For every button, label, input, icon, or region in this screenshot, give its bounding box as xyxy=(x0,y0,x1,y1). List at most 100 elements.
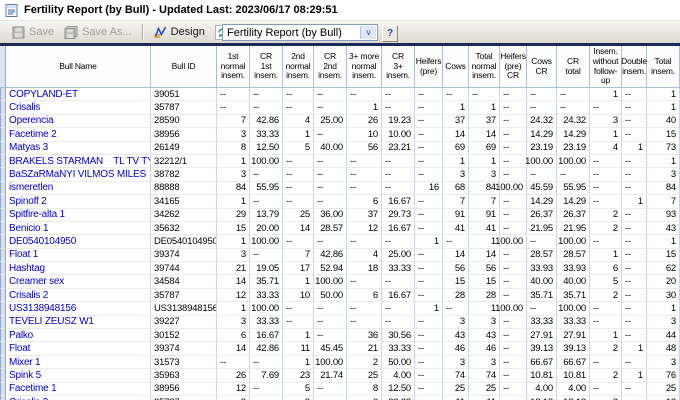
table-row[interactable]: Operencia28590742.86425.002619.23--3737-… xyxy=(0,115,680,128)
table-row[interactable]: Facetime 238956333.331--1010.00--1414--1… xyxy=(0,128,680,141)
value-cell: -- xyxy=(527,101,557,114)
table-row[interactable]: Hashtag397442119.051752.941833.33--5656-… xyxy=(0,262,680,275)
bull-name-cell[interactable]: Crisalis 2 xyxy=(6,289,151,302)
column-header-double-insem[interactable]: Double insem. xyxy=(622,46,647,88)
column-header-cr-first-insem[interactable]: CR 1st insem. xyxy=(250,46,283,88)
column-header-bull-id[interactable]: Bull ID xyxy=(151,46,217,88)
value-cell: -- xyxy=(500,249,527,262)
bull-name-cell[interactable]: Matyas 3 xyxy=(6,142,151,155)
table-row[interactable]: Facetime 13895612--5--812.50--2525--4.00… xyxy=(0,383,680,396)
bull-name-cell[interactable]: Benicio 1 xyxy=(6,222,151,235)
bull-name-cell[interactable]: Spitfire-alta 1 xyxy=(6,209,151,222)
bull-name-cell[interactable]: Crisalis 3 xyxy=(6,396,151,400)
bull-name-cell[interactable]: BaSZaRMaNYI VILMOS MILES xyxy=(6,168,151,181)
bull-name-cell[interactable]: Float 1 xyxy=(6,249,151,262)
bull-name-cell[interactable]: Crisalis xyxy=(6,101,151,114)
table-row[interactable]: Crisalis35787--------1----11----------1 xyxy=(0,101,680,114)
column-header-heifers-pre[interactable]: Heifers (pre) xyxy=(415,46,443,88)
table-row[interactable]: Crisalis 2357871233.331050.00616.67--282… xyxy=(0,289,680,302)
value-cell: 23 xyxy=(283,369,314,382)
column-header-heifers-pre-cr[interactable]: Heifers (pre) CR xyxy=(500,46,527,88)
value-cell: -- xyxy=(415,209,443,222)
bull-name-cell[interactable]: Mixer 1 xyxy=(6,356,151,369)
value-cell: 12.50 xyxy=(382,383,415,396)
bull-id-cell: 31573 xyxy=(151,356,217,369)
column-header-cr-second-insem[interactable]: CR 2nd insem. xyxy=(314,46,347,88)
column-header-cr-total[interactable]: CR total xyxy=(557,46,590,88)
column-header-total-insem[interactable]: Total insem. xyxy=(647,46,680,88)
bull-name-cell[interactable]: Hashtag xyxy=(6,262,151,275)
table-row[interactable]: TEVELI ZEUSZ W139227333.33----------33--… xyxy=(0,316,680,329)
value-cell: 5 xyxy=(283,383,314,396)
value-cell: 26.37 xyxy=(527,209,557,222)
design-button[interactable]: Design xyxy=(149,24,210,40)
table-row[interactable]: Spitfire-alta 1342622913.792536.003729.7… xyxy=(0,209,680,222)
value-cell: -- xyxy=(347,155,382,168)
bull-name-cell[interactable]: US3138948156 xyxy=(6,302,151,315)
column-header-three-plus-normal-insem[interactable]: 3+ more normal insem. xyxy=(347,46,382,88)
value-cell: -- xyxy=(314,383,347,396)
column-header-insem-without-followup[interactable]: Insem. without follow-up xyxy=(590,46,622,88)
bull-name-cell[interactable]: Facetime 2 xyxy=(6,128,151,141)
column-header-cows[interactable]: Cows xyxy=(443,46,469,88)
table-row[interactable]: Spinoff 2341651------616.67--77--14.2914… xyxy=(0,195,680,208)
value-cell: 14 xyxy=(469,128,500,141)
bull-name-cell[interactable]: DE0540104950 xyxy=(6,235,151,248)
value-cell: 14.29 xyxy=(527,128,557,141)
save-button[interactable]: Save xyxy=(7,24,59,41)
table-row[interactable]: Palko30152616.671--3630.56--4343--27.912… xyxy=(0,329,680,342)
value-cell: 18.18 xyxy=(557,396,590,400)
value-cell: 23.19 xyxy=(557,142,590,155)
bull-name-cell[interactable]: Operencia xyxy=(6,115,151,128)
report-window-icon xyxy=(5,4,18,17)
table-row[interactable]: Matyas 326149812.50540.005623.21--6969--… xyxy=(0,142,680,155)
bull-name-cell[interactable]: Facetime 1 xyxy=(6,383,151,396)
value-cell: -- xyxy=(283,101,314,114)
value-cell: 45.45 xyxy=(314,342,347,355)
table-row[interactable]: Crisalis 3357873--3--633.33--1111--18.18… xyxy=(0,396,680,400)
bull-name-cell[interactable]: Palko xyxy=(6,329,151,342)
column-header-total-normal-insem[interactable]: Total normal insem. xyxy=(469,46,500,88)
help-button[interactable]: ? xyxy=(382,25,398,42)
bull-name-cell[interactable]: TEVELI ZEUSZ W1 xyxy=(6,316,151,329)
value-cell: 15 xyxy=(217,222,250,235)
column-header-first-normal-insem[interactable]: 1st normal insem. xyxy=(217,46,250,88)
value-cell: -- xyxy=(443,235,469,248)
bull-name-cell[interactable]: BRAKELS STARMAN TL TV TY xyxy=(6,155,151,168)
save-as-button[interactable]: Save As... xyxy=(59,24,137,41)
table-row[interactable]: Creamer sex345841435.711100.00------1515… xyxy=(0,275,680,288)
table-row[interactable]: DE0540104950DE05401049501100.00--------1… xyxy=(0,235,680,248)
table-row[interactable]: Benicio 1356321520.001428.571216.67--414… xyxy=(0,222,680,235)
value-cell: 1 xyxy=(647,88,680,101)
table-row[interactable]: US3138948156US31389481561100.00--------1… xyxy=(0,302,680,315)
bull-name-cell[interactable]: Spinoff 2 xyxy=(6,195,151,208)
bull-name-cell[interactable]: Float xyxy=(6,342,151,355)
bull-name-cell[interactable]: Spink 5 xyxy=(6,369,151,382)
value-cell: -- xyxy=(622,329,647,342)
value-cell: 100.00 xyxy=(250,302,283,315)
column-header-bull-name[interactable]: Bull Name xyxy=(6,46,151,88)
value-cell: 39.13 xyxy=(527,342,557,355)
column-header-cows-cr[interactable]: Cows CR xyxy=(527,46,557,88)
bull-name-cell[interactable]: Creamer sex xyxy=(6,275,151,288)
table-row[interactable]: Float393741442.861145.452133.33--4646--3… xyxy=(0,342,680,355)
value-cell: -- xyxy=(557,168,590,181)
bull-name-cell[interactable]: COPYLAND-ET xyxy=(6,88,151,101)
value-cell: 1 xyxy=(283,329,314,342)
chevron-down-icon[interactable]: ∨ xyxy=(360,26,376,39)
table-row[interactable]: ismeretlen888888455.95--------166884100.… xyxy=(0,182,680,195)
report-selector-combobox[interactable]: Fertility Report (by Bull) ∨ xyxy=(222,24,378,41)
table-row[interactable]: BRAKELS STARMAN TL TV TY32212/11100.00--… xyxy=(0,155,680,168)
value-cell: 37 xyxy=(443,115,469,128)
value-cell: 44 xyxy=(647,329,680,342)
table-row[interactable]: COPYLAND-ET39051------------------------… xyxy=(0,88,680,101)
column-header-second-normal-insem[interactable]: 2nd normal insem. xyxy=(283,46,314,88)
value-cell: 25 xyxy=(283,209,314,222)
table-row[interactable]: Mixer 131573----1100.00250.00--33--66.67… xyxy=(0,356,680,369)
value-cell: 21.74 xyxy=(314,369,347,382)
bull-name-cell[interactable]: ismeretlen xyxy=(6,182,151,195)
column-header-cr-three-plus-insem[interactable]: CR 3+ insem. xyxy=(382,46,415,88)
table-row[interactable]: BaSZaRMaNYI VILMOS MILES387823----------… xyxy=(0,168,680,181)
table-row[interactable]: Spink 535963267.692321.74254.00--7474--1… xyxy=(0,369,680,382)
table-row[interactable]: Float 1393743--742.86425.00--1414--28.57… xyxy=(0,249,680,262)
